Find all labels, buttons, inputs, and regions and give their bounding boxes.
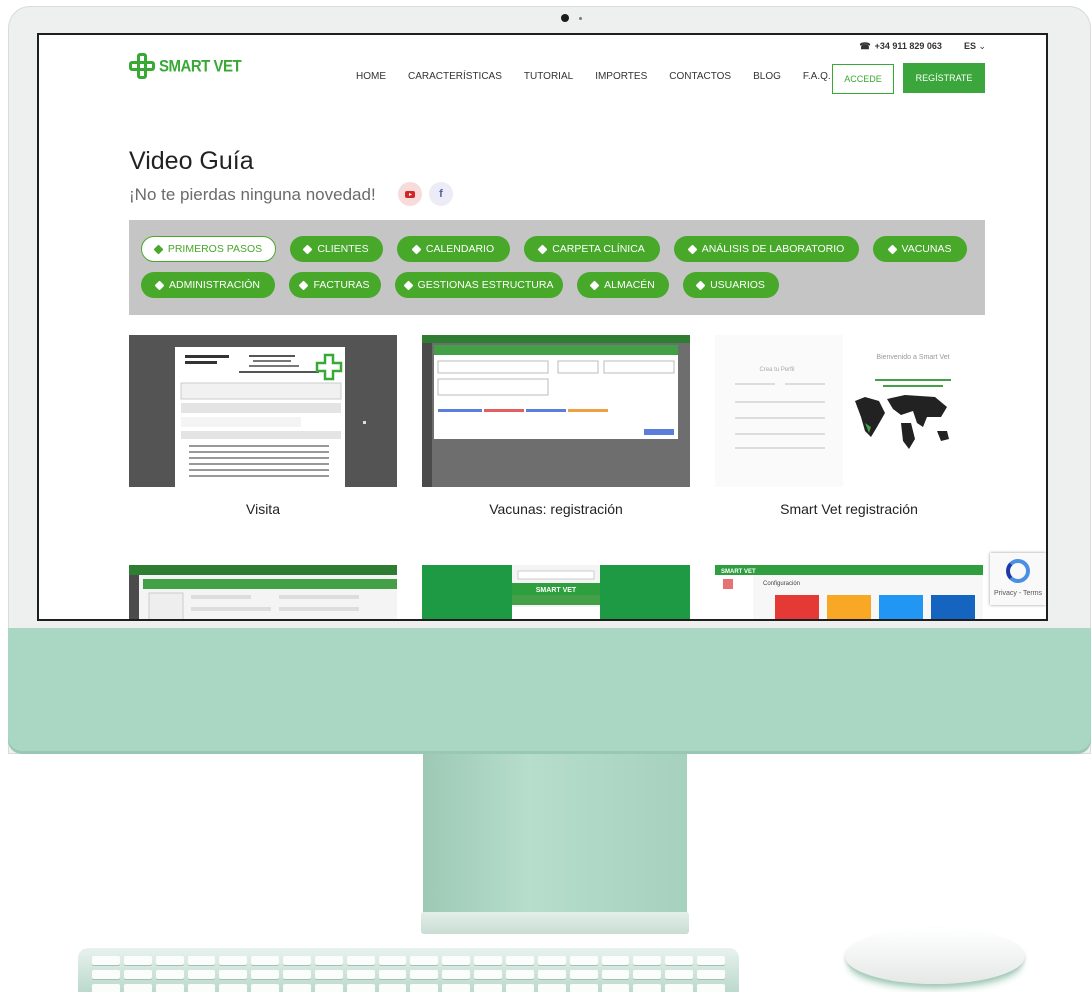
phone-link[interactable]: +34 911 829 063 — [859, 41, 942, 52]
register-button[interactable]: REGÍSTRATE — [903, 63, 985, 93]
video-caption-smartvet[interactable]: Smart Vet registración — [715, 501, 983, 517]
page-title: Video Guía — [129, 147, 254, 175]
recaptcha-links[interactable]: Privacy - Terms — [990, 590, 1046, 597]
thumb-create-profile: Crea tu Perfil — [759, 367, 794, 373]
thumb-welcome: Bienvenido a Smart Vet — [876, 354, 949, 361]
tag-analisis-laboratorio[interactable]: ANÁLISIS DE LABORATORIO — [674, 236, 859, 262]
tag-clientes[interactable]: CLIENTES — [290, 236, 383, 262]
monitor-chin — [8, 628, 1091, 754]
thumb-smartvet-brand: SMART VET — [721, 569, 756, 575]
main-nav: HOME CARACTERÍSTICAS TUTORIAL IMPORTES C… — [356, 71, 831, 82]
tag-almacen[interactable]: ALMACÉN — [577, 272, 669, 298]
mouse — [845, 928, 1025, 984]
youtube-icon[interactable] — [398, 182, 422, 206]
topbar: +34 911 829 063 ES — [859, 41, 986, 52]
tag-calendario[interactable]: CALENDARIO — [397, 236, 510, 262]
camera-icon — [561, 14, 569, 22]
camera-sensor — [579, 17, 582, 20]
facebook-icon[interactable]: f — [429, 182, 453, 206]
video-thumbnail-row2-2[interactable]: SMART VET — [422, 565, 690, 619]
cross-icon — [129, 53, 155, 79]
nav-item-contactos[interactable]: CONTACTOS — [669, 71, 731, 82]
brand-name: SMART VET — [159, 56, 242, 76]
category-tags: PRIMEROS PASOS CLIENTES CALENDARIO CARPE… — [129, 220, 985, 315]
recaptcha-icon — [1006, 559, 1030, 583]
video-caption-vacunas[interactable]: Vacunas: registración — [422, 501, 690, 517]
nav-item-home[interactable]: HOME — [356, 71, 386, 82]
tag-usuarios[interactable]: USUARIOS — [683, 272, 779, 298]
video-thumbnail-row2-1[interactable] — [129, 565, 397, 619]
monitor-stand-base — [421, 912, 689, 934]
monitor-stand — [423, 754, 687, 932]
page-subtitle: ¡No te pierdas ninguna novedad! — [129, 185, 376, 204]
browser-screen: +34 911 829 063 ES SMART VET HOME CARACT… — [37, 33, 1048, 621]
nav-item-importes[interactable]: IMPORTES — [595, 71, 647, 82]
thumb-smartvet-mobile: SMART VET — [536, 587, 577, 594]
tag-vacunas[interactable]: VACUNAS — [873, 236, 967, 262]
nav-item-tutorial[interactable]: TUTORIAL — [524, 71, 573, 82]
brand-logo[interactable]: SMART VET — [129, 53, 242, 79]
video-thumbnail-vacunas[interactable] — [422, 335, 690, 487]
login-button[interactable]: ACCEDE — [832, 64, 894, 94]
tag-primeros-pasos[interactable]: PRIMEROS PASOS — [141, 236, 276, 262]
tag-gestionas-estructura[interactable]: GESTIONAS ESTRUCTURA — [395, 272, 563, 298]
video-thumbnail-visita[interactable] — [129, 335, 397, 487]
nav-item-caracteristicas[interactable]: CARACTERÍSTICAS — [408, 71, 502, 82]
nav-item-faq[interactable]: F.A.Q. — [803, 71, 831, 82]
nav-item-blog[interactable]: BLOG — [753, 71, 781, 82]
tag-facturas[interactable]: FACTURAS — [289, 272, 381, 298]
thumb-configuracion: Configuración — [763, 581, 800, 587]
keyboard — [78, 948, 739, 992]
language-selector[interactable]: ES — [964, 41, 986, 52]
video-thumbnail-row2-3[interactable]: SMART VET Configuración — [715, 565, 983, 619]
recaptcha-badge[interactable]: Privacy - Terms — [990, 553, 1046, 605]
video-thumbnail-smartvet-registracion[interactable]: Crea tu Perfil Bienvenido a Smart Vet — [715, 335, 983, 487]
video-caption-visita[interactable]: Visita — [129, 501, 397, 517]
tag-administracion[interactable]: ADMINISTRACIÓN — [141, 272, 275, 298]
tag-carpeta-clinica[interactable]: CARPETA CLÍNICA — [524, 236, 660, 262]
